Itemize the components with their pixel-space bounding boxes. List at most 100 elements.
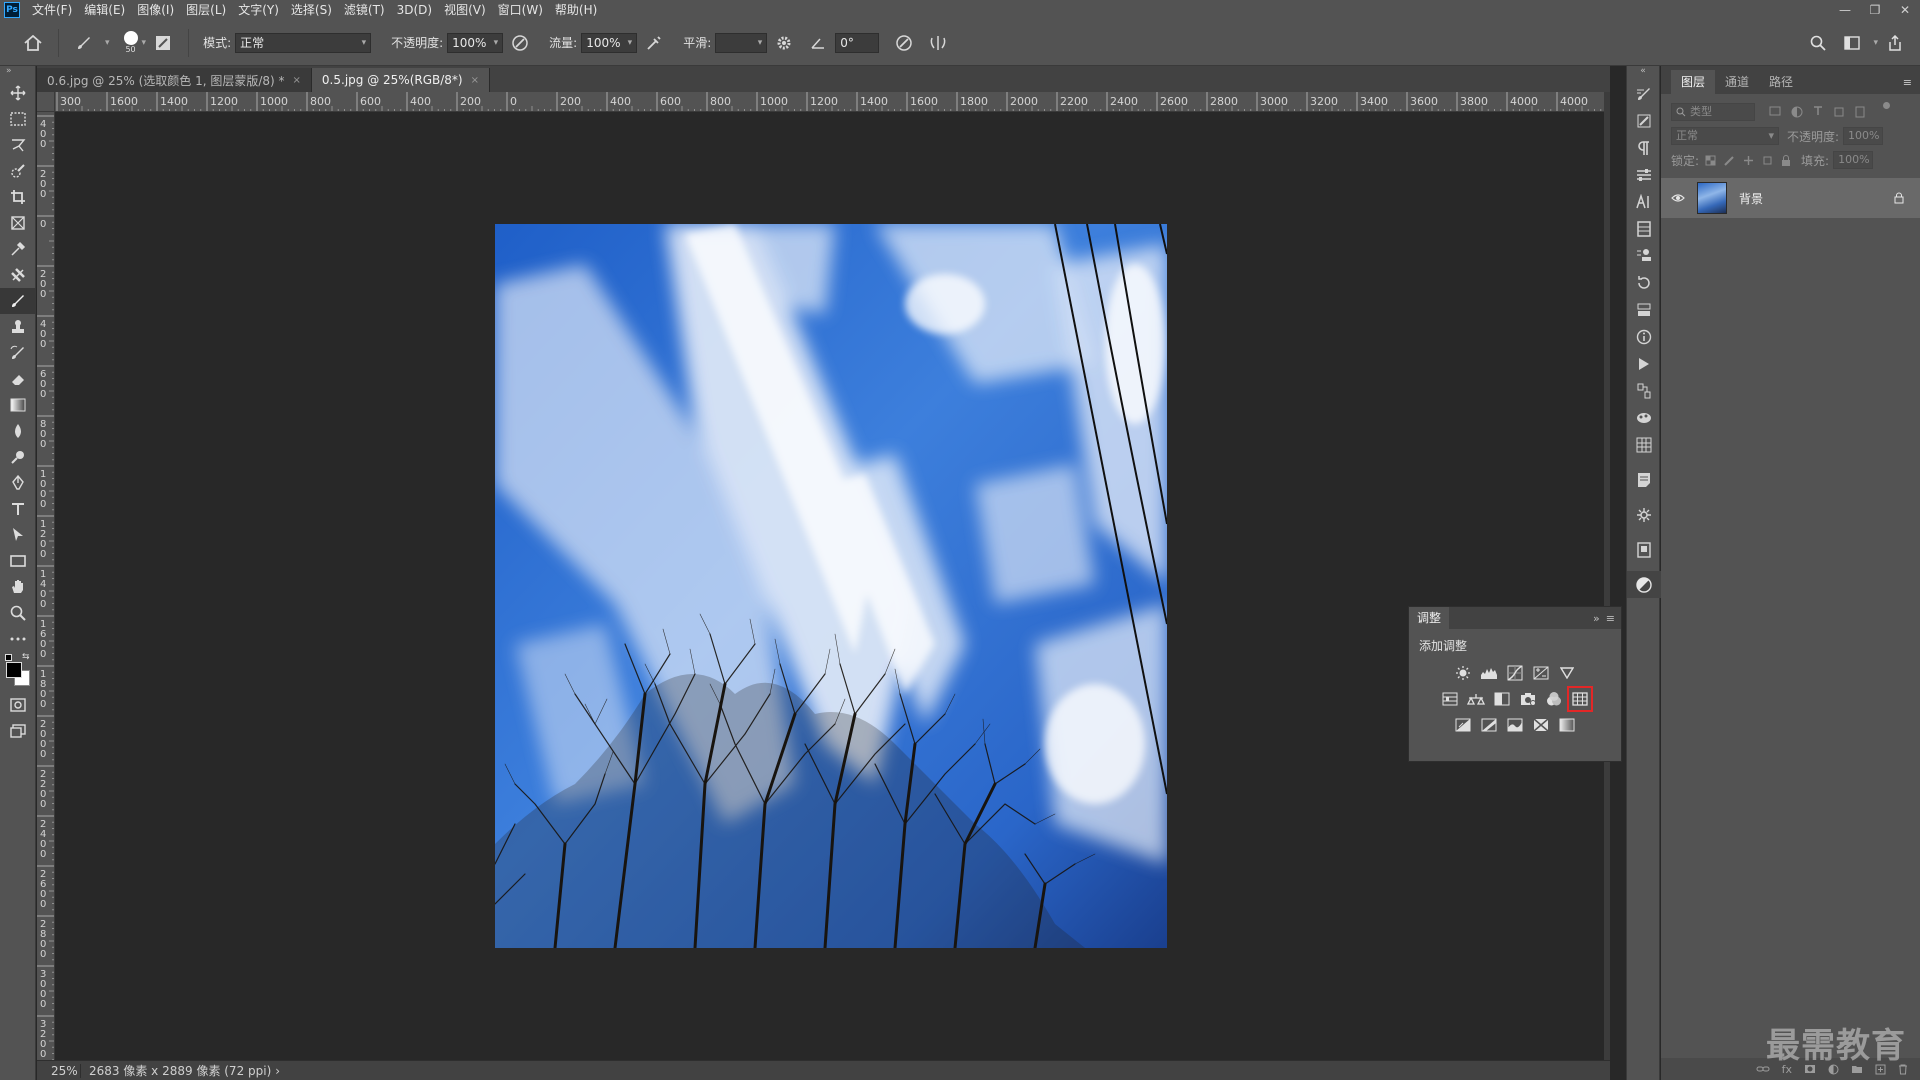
horizontal-ruler[interactable]: 300 1600 1400 1200 1000 800 600 400 200 0 200 400 60… <box>55 92 1610 112</box>
quick-mask-icon[interactable] <box>0 692 36 718</box>
lock-transparent-icon[interactable] <box>1705 155 1716 166</box>
status-menu-arrow[interactable]: › <box>275 1064 280 1078</box>
tab-layers[interactable]: 图层 <box>1671 70 1716 94</box>
zoom-level[interactable]: 25% <box>37 1063 81 1078</box>
path-select-tool-icon[interactable] <box>0 522 36 548</box>
actions-panel-icon[interactable] <box>1627 296 1661 323</box>
pixel-filter-icon[interactable] <box>1769 106 1781 116</box>
lock-all-icon[interactable] <box>1781 154 1791 166</box>
hand-tool-icon[interactable] <box>0 574 36 600</box>
adjustment-filter-icon[interactable] <box>1791 106 1803 118</box>
lock-position-icon[interactable] <box>1743 155 1754 166</box>
color-balance-icon[interactable] <box>1466 689 1486 709</box>
brush-preset-icon[interactable] <box>73 32 95 54</box>
chevron-down-icon[interactable]: ▾ <box>105 38 110 48</box>
levels-icon[interactable] <box>1479 663 1499 683</box>
smoothing-input[interactable]: ▾ <box>715 32 768 53</box>
brush-size-picker[interactable]: 50 <box>123 31 138 54</box>
menu-edit[interactable]: 编辑(E) <box>78 0 131 20</box>
quick-select-tool-icon[interactable] <box>0 158 36 184</box>
restore-button[interactable]: ❐ <box>1860 3 1890 17</box>
color-lookup-icon[interactable] <box>1567 686 1593 712</box>
move-tool-icon[interactable] <box>0 80 36 106</box>
smart-object-filter-icon[interactable] <box>1855 106 1865 118</box>
3d-panel-icon[interactable] <box>1627 404 1661 431</box>
menu-help[interactable]: 帮助(H) <box>549 0 603 20</box>
crop-tool-icon[interactable] <box>0 184 36 210</box>
color-swatches[interactable]: ⇆ <box>0 652 35 692</box>
black-white-icon[interactable] <box>1492 689 1512 709</box>
rectangle-tool-icon[interactable] <box>0 548 36 574</box>
exposure-icon[interactable] <box>1531 663 1551 683</box>
flow-input[interactable]: 100% ▾ <box>581 32 638 53</box>
stamp-tool-icon[interactable] <box>0 314 36 340</box>
gradient-map-icon[interactable] <box>1557 715 1577 735</box>
blend-mode-select[interactable]: 正常 ▾ <box>1671 127 1779 145</box>
gear-icon[interactable] <box>773 32 795 54</box>
tab-channels[interactable]: 通道 <box>1715 70 1759 94</box>
close-icon[interactable]: × <box>293 75 301 86</box>
menu-view[interactable]: 视图(V) <box>438 0 492 20</box>
vibrance-icon[interactable] <box>1557 663 1577 683</box>
opacity-input[interactable]: 100% ▾ <box>447 32 504 53</box>
marquee-tool-icon[interactable] <box>0 106 36 132</box>
document-image[interactable] <box>495 224 1167 948</box>
workspace-icon[interactable] <box>1841 32 1863 54</box>
lasso-tool-icon[interactable] <box>0 132 36 158</box>
adjustments-panel-icon[interactable] <box>1627 571 1661 598</box>
properties-panel-icon[interactable] <box>1627 161 1661 188</box>
collapse-icon[interactable]: » <box>0 66 35 80</box>
info-panel-icon[interactable] <box>1627 323 1661 350</box>
airbrush-icon[interactable] <box>643 32 665 54</box>
document-tab-active[interactable]: 0.5.jpg @ 25%(RGB/8*) × <box>311 68 490 92</box>
navigator-panel-icon[interactable] <box>1627 501 1661 528</box>
layer-comps-panel-icon[interactable] <box>1627 377 1661 404</box>
blur-tool-icon[interactable] <box>0 418 36 444</box>
search-icon[interactable] <box>1807 32 1829 54</box>
menu-image[interactable]: 图像(I) <box>131 0 180 20</box>
swap-colors-icon[interactable]: ⇆ <box>22 652 30 662</box>
swatches-panel-icon[interactable] <box>1627 431 1661 458</box>
foreground-color-swatch[interactable] <box>6 662 22 678</box>
history-brush-tool-icon[interactable] <box>0 340 36 366</box>
pressure-opacity-icon[interactable] <box>509 32 531 54</box>
vertical-scrollbar[interactable] <box>1604 92 1610 1060</box>
brightness-contrast-icon[interactable] <box>1453 663 1473 683</box>
lock-artboard-icon[interactable] <box>1762 155 1773 166</box>
panel-menu-icon[interactable]: ≡ <box>1606 612 1615 625</box>
eyedropper-tool-icon[interactable] <box>0 236 36 262</box>
frame-tool-icon[interactable] <box>0 210 36 236</box>
history-panel-icon[interactable] <box>1627 269 1661 296</box>
menu-select[interactable]: 选择(S) <box>285 0 338 20</box>
channel-mixer-icon[interactable] <box>1544 689 1564 709</box>
zoom-tool-icon[interactable] <box>0 600 36 626</box>
posterize-icon[interactable] <box>1479 715 1499 735</box>
brushes-panel-icon[interactable] <box>1627 107 1661 134</box>
more-tools-icon[interactable] <box>0 626 36 652</box>
lock-pixels-icon[interactable] <box>1724 155 1735 166</box>
close-window-button[interactable]: ✕ <box>1890 3 1920 17</box>
selective-color-icon[interactable] <box>1531 715 1551 735</box>
photo-filter-icon[interactable] <box>1518 689 1538 709</box>
type-filter-icon[interactable] <box>1813 106 1823 116</box>
default-colors-icon[interactable] <box>5 654 12 661</box>
pen-tool-icon[interactable] <box>0 470 36 496</box>
paragraph-panel-icon[interactable] <box>1627 134 1661 161</box>
mode-select[interactable]: 正常 ▾ <box>235 32 372 53</box>
close-icon[interactable]: × <box>471 75 479 86</box>
curves-icon[interactable] <box>1505 663 1525 683</box>
eraser-tool-icon[interactable] <box>0 366 36 392</box>
brush-tool-icon[interactable] <box>0 288 36 314</box>
eye-icon[interactable] <box>1671 193 1685 203</box>
menu-3d[interactable]: 3D(D) <box>391 0 438 20</box>
hue-saturation-icon[interactable] <box>1440 689 1460 709</box>
tab-paths[interactable]: 路径 <box>1759 70 1803 94</box>
layer-row-background[interactable]: 背景 <box>1661 178 1920 218</box>
angle-input[interactable]: 0° <box>835 32 880 53</box>
menu-layer[interactable]: 图层(L) <box>180 0 232 20</box>
character-panel-icon[interactable] <box>1627 188 1661 215</box>
timeline-play-icon[interactable] <box>1627 350 1661 377</box>
notes-panel-icon[interactable] <box>1627 466 1661 493</box>
layer-filter-select[interactable]: 类型 <box>1671 103 1755 121</box>
expand-icon[interactable]: » <box>1593 612 1600 625</box>
